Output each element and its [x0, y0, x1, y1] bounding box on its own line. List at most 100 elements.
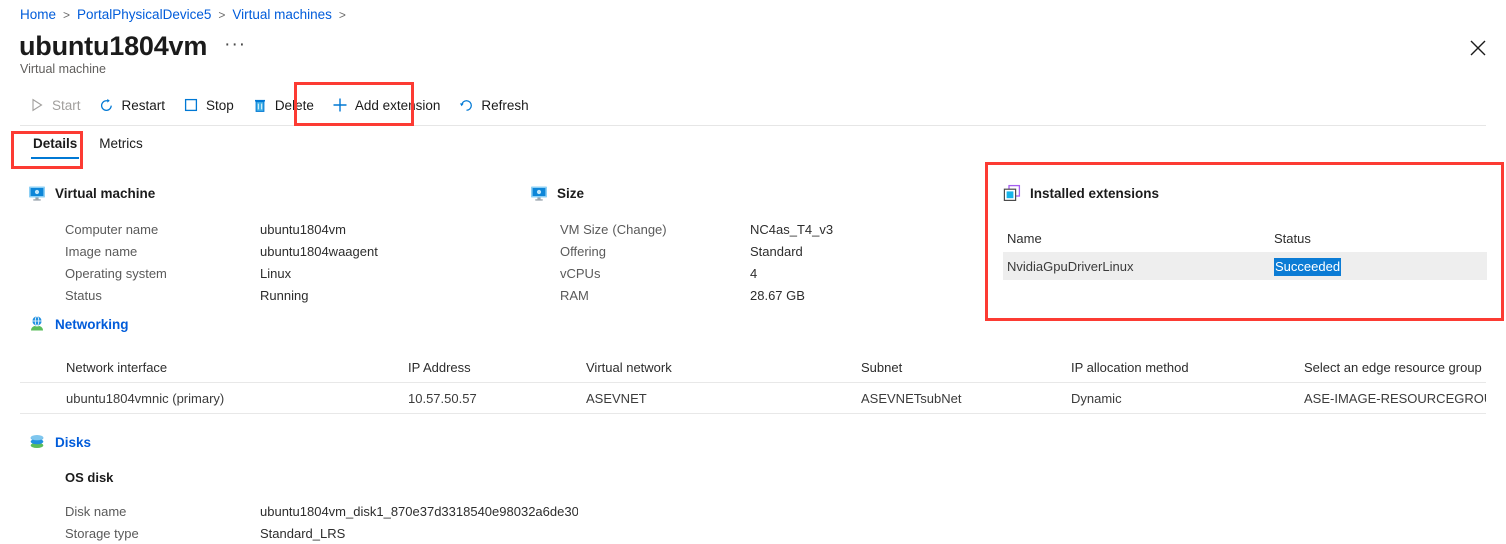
detail-row-image-name: Image name ubuntu1804waagent	[65, 240, 505, 262]
value-image-name: ubuntu1804waagent	[260, 243, 378, 259]
stop-button-label: Stop	[206, 97, 234, 113]
trash-icon	[252, 97, 268, 113]
os-disk-label: OS disk	[65, 470, 114, 485]
play-icon	[29, 97, 45, 113]
label-offering: Offering	[560, 243, 607, 259]
detail-row-ram: RAM 28.67 GB	[560, 284, 960, 306]
detail-row-computer-name: Computer name ubuntu1804vm	[65, 218, 505, 240]
value-vcpus: 4	[750, 265, 758, 281]
section-header-size: Size	[530, 184, 584, 202]
section-title-networking[interactable]: Networking	[55, 317, 129, 332]
column-header-ip-allocation-method: IP allocation method	[1071, 359, 1189, 375]
section-header-virtual-machine: Virtual machine	[28, 184, 155, 202]
breadcrumb-separator-icon: >	[218, 7, 226, 22]
value-computer-name: ubuntu1804vm	[260, 221, 347, 237]
installed-extensions-table: Name Status NvidiaGpuDriverLinux Succeed…	[1003, 224, 1487, 280]
detail-row-storage-type: Storage type Standard_LRS	[65, 522, 585, 544]
cell-virtual-network: ASEVNET	[586, 390, 647, 406]
refresh-icon	[458, 97, 474, 113]
cell-ip-address: 10.57.50.57	[408, 390, 477, 406]
more-options-button[interactable]: ···	[224, 35, 246, 54]
section-title-size: Size	[557, 185, 585, 201]
vm-size-change-link[interactable]: (Change)	[612, 222, 666, 237]
breadcrumb-item-portalphysicaldevice5[interactable]: PortalPhysicalDevice5	[77, 7, 211, 22]
plus-icon	[332, 97, 348, 113]
cell-edge-resource-group: ASE-IMAGE-RESOURCEGROUP	[1304, 390, 1486, 406]
label-vm-size: VM Size	[560, 221, 609, 237]
value-storage-type: Standard_LRS	[260, 525, 346, 541]
tab-details[interactable]: Details	[22, 136, 88, 159]
column-header-ip-address: IP Address	[408, 359, 471, 375]
close-icon[interactable]	[1466, 36, 1490, 60]
stop-icon	[183, 97, 199, 113]
breadcrumb-separator-icon: >	[63, 7, 71, 22]
page-title: ubuntu1804vm	[19, 31, 208, 61]
label-ram: RAM	[560, 287, 589, 303]
table-row[interactable]: NvidiaGpuDriverLinux Succeeded	[1003, 252, 1487, 280]
cell-subnet: ASEVNETsubNet	[861, 390, 962, 406]
networking-table: Network interface IP Address Virtual net…	[20, 352, 1486, 414]
value-operating-system: Linux	[260, 265, 292, 281]
value-ram: 28.67 GB	[750, 287, 805, 303]
page-title-row: ubuntu1804vm ···	[19, 30, 246, 62]
networking-table-header: Network interface IP Address Virtual net…	[20, 352, 1486, 383]
label-storage-type: Storage type	[65, 525, 139, 541]
column-header-name: Name	[1007, 230, 1042, 246]
column-header-virtual-network: Virtual network	[586, 359, 672, 375]
page-subtitle: Virtual machine	[20, 62, 106, 76]
value-vm-size: NC4as_T4_v3	[750, 221, 834, 237]
value-offering: Standard	[750, 243, 803, 259]
label-image-name: Image name	[65, 243, 138, 259]
section-header-disks: Disks	[28, 433, 91, 451]
installed-extensions-panel: Installed extensions Name Status NvidiaG…	[985, 162, 1504, 321]
section-title-installed-extensions: Installed extensions	[1030, 185, 1160, 201]
detail-row-status: Status Running	[65, 284, 505, 306]
installed-extensions-table-header: Name Status	[1003, 224, 1487, 252]
monitor-icon	[28, 184, 46, 202]
breadcrumb-item-home[interactable]: Home	[20, 7, 56, 22]
command-bar-divider	[20, 125, 1486, 126]
column-header-edge-resource-group: Select an edge resource group	[1304, 359, 1482, 375]
command-bar: Start Restart Stop Delete Add extension …	[20, 88, 538, 122]
breadcrumb-separator-icon: >	[338, 7, 346, 22]
delete-button-label: Delete	[274, 97, 314, 113]
label-disk-name: Disk name	[65, 503, 127, 519]
cell-network-interface: ubuntu1804vmnic (primary)	[66, 390, 225, 406]
cell-ip-allocation-method: Dynamic	[1071, 390, 1122, 406]
value-status: Running	[260, 287, 309, 303]
section-title-disks[interactable]: Disks	[55, 435, 91, 450]
disks-details-list: Disk name ubuntu1804vm_disk1_870e37d3318…	[65, 500, 585, 544]
breadcrumb-item-virtual-machines[interactable]: Virtual machines	[232, 7, 332, 22]
extension-status: Succeeded	[1274, 257, 1474, 276]
detail-row-vcpus: vCPUs 4	[560, 262, 960, 284]
tab-metrics[interactable]: Metrics	[88, 136, 154, 159]
section-header-installed-extensions: Installed extensions	[1003, 184, 1159, 202]
refresh-button[interactable]: Refresh	[449, 88, 537, 122]
detail-row-operating-system: Operating system Linux	[65, 262, 505, 284]
table-row[interactable]: ubuntu1804vmnic (primary) 10.57.50.57 AS…	[20, 383, 1486, 414]
section-header-networking: Networking	[28, 315, 129, 333]
restart-button[interactable]: Restart	[90, 88, 175, 122]
column-header-subnet: Subnet	[861, 359, 903, 375]
extension-icon	[1003, 184, 1021, 202]
monitor-icon	[530, 184, 548, 202]
label-operating-system: Operating system	[65, 265, 167, 281]
status-badge: Succeeded	[1274, 257, 1342, 276]
delete-button[interactable]: Delete	[243, 88, 323, 122]
column-header-status: Status	[1274, 230, 1311, 246]
column-header-network-interface: Network interface	[66, 359, 168, 375]
refresh-button-label: Refresh	[481, 97, 529, 113]
restart-icon	[99, 97, 115, 113]
add-extension-button-label: Add extension	[354, 97, 441, 113]
start-button[interactable]: Start	[20, 88, 90, 122]
start-button-label: Start	[52, 97, 81, 113]
extension-name: NvidiaGpuDriverLinux	[1007, 258, 1134, 274]
disk-icon	[28, 433, 46, 451]
globe-icon	[28, 315, 46, 333]
detail-row-vm-size: VM Size (Change) NC4as_T4_v3	[560, 218, 960, 240]
breadcrumb: Home > PortalPhysicalDevice5 > Virtual m…	[20, 7, 353, 22]
tab-list: Details Metrics	[22, 136, 154, 159]
add-extension-button[interactable]: Add extension	[323, 88, 450, 122]
stop-button[interactable]: Stop	[174, 88, 243, 122]
detail-row-disk-name: Disk name ubuntu1804vm_disk1_870e37d3318…	[65, 500, 585, 522]
